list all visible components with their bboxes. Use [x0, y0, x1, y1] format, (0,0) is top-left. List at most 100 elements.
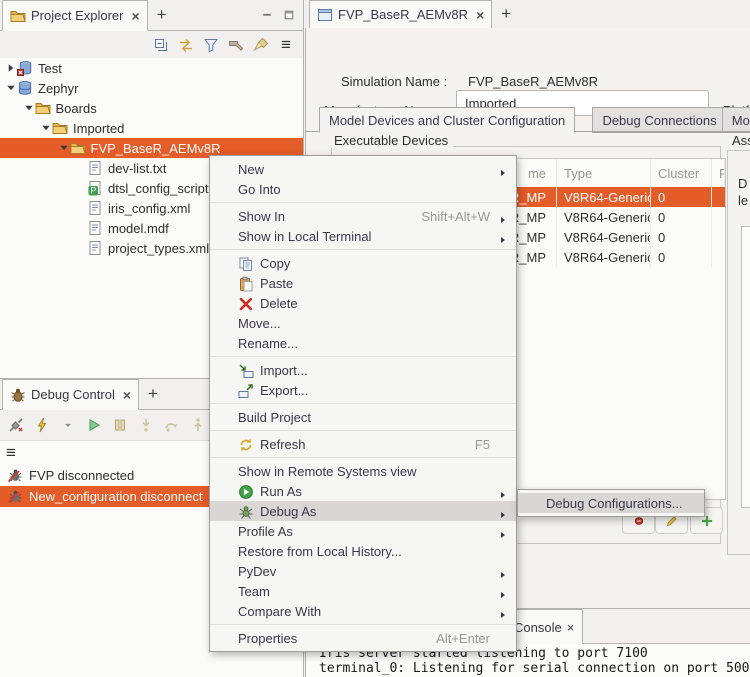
menu-item-copy[interactable]: Copy	[210, 253, 516, 273]
menu-item-properties[interactable]: PropertiesAlt+Enter	[210, 628, 516, 648]
menu-item-export[interactable]: Export...	[210, 380, 516, 400]
tree-item-test[interactable]: Test	[0, 58, 303, 78]
play-button[interactable]	[83, 414, 105, 436]
menu-item-show-in-remote-systems-view[interactable]: Show in Remote Systems view	[210, 461, 516, 481]
column-header-p[interactable]: P	[712, 159, 725, 187]
menu-item-import[interactable]: Import...	[210, 360, 516, 380]
clean-button[interactable]	[250, 34, 272, 56]
menu-item-refresh[interactable]: RefreshF5	[210, 434, 516, 454]
menu-item-label: Team	[238, 584, 270, 599]
model-db-error-icon	[17, 60, 33, 76]
tree-item-zephyr[interactable]: Zephyr	[0, 78, 303, 98]
assignment-group-label: Ass	[729, 133, 750, 148]
connect-lightning-button[interactable]	[31, 414, 53, 436]
tree-item-label: iris_config.xml	[108, 201, 190, 216]
submenu-arrow-icon	[499, 487, 507, 495]
menu-item-restore-from-local-history[interactable]: Restore from Local History...	[210, 541, 516, 561]
new-view-button[interactable]: +	[139, 379, 167, 409]
chevron-down-icon[interactable]	[5, 82, 17, 94]
tab-project-explorer[interactable]: Project Explorer ×	[2, 0, 148, 31]
build-button[interactable]	[225, 34, 247, 56]
tab-label: Project Explorer	[31, 8, 123, 23]
cell-type: V8R64-Generic	[557, 227, 651, 247]
cell-type: V8R64-Generic	[557, 187, 651, 207]
close-icon[interactable]: ×	[131, 9, 139, 23]
dropdown-caret-button[interactable]	[57, 414, 79, 436]
menu-item-build-project[interactable]: Build Project	[210, 407, 516, 427]
step-into-button[interactable]	[135, 414, 157, 436]
tab-label: Debug Control	[31, 387, 115, 402]
menu-item-team[interactable]: Team	[210, 581, 516, 601]
tab-debug-control[interactable]: Debug Control ×	[2, 379, 139, 410]
link-with-editor-button[interactable]	[175, 34, 197, 56]
step-into-icon	[138, 417, 154, 433]
minimize-icon[interactable]	[261, 9, 273, 21]
chevron-down-icon[interactable]	[58, 142, 70, 154]
menu-item-pydev[interactable]: PyDev	[210, 561, 516, 581]
pause-icon	[112, 417, 128, 433]
menu-item-go-into[interactable]: Go Into	[210, 179, 516, 199]
tab-label: FVP_BaseR_AEMv8R	[338, 7, 468, 22]
menu-item-rename[interactable]: Rename...	[210, 333, 516, 353]
menu-item-delete[interactable]: Delete	[210, 293, 516, 313]
export-icon	[238, 383, 254, 399]
text-file-icon	[87, 240, 103, 256]
column-header-cluster[interactable]: Cluster	[651, 159, 712, 187]
column-header-type[interactable]: Type	[557, 159, 651, 187]
folder-open-icon	[52, 120, 68, 136]
menu-item-label: Show In	[238, 209, 285, 224]
menu-item-label: Properties	[238, 631, 297, 646]
cell-cluster: 0	[651, 247, 712, 267]
menu-item-show-in-local-terminal[interactable]: Show in Local Terminal	[210, 226, 516, 246]
text-file-icon	[87, 200, 103, 216]
step-over-button[interactable]	[161, 414, 183, 436]
tab-model-launc[interactable]: Model Launc	[722, 107, 750, 133]
close-icon[interactable]: ×	[123, 388, 131, 402]
tree-item-boards[interactable]: Boards	[0, 98, 303, 118]
menu-separator	[210, 246, 516, 253]
menu-item-show-in[interactable]: Show InShift+Alt+W	[210, 206, 516, 226]
chevron-down-icon[interactable]	[23, 102, 35, 114]
menu-item-move[interactable]: Move...	[210, 313, 516, 333]
debug-as-submenu: Debug Configurations...	[517, 489, 705, 517]
tab-debug-connections[interactable]: Debug Connections	[592, 107, 726, 133]
view-menu-button[interactable]: ≡	[275, 34, 297, 56]
menu-item-profile-as[interactable]: Profile As	[210, 521, 516, 541]
close-icon[interactable]: ×	[567, 620, 575, 635]
filter-button[interactable]	[200, 34, 222, 56]
simulation-name-value: FVP_BaseR_AEMv8R	[468, 74, 598, 89]
new-editor-button[interactable]: +	[492, 0, 520, 28]
view-menu-button[interactable]: ≡	[6, 443, 16, 463]
menu-item-debug-as[interactable]: Debug As	[210, 501, 516, 521]
step-return-button[interactable]	[187, 414, 209, 436]
close-icon[interactable]: ×	[476, 8, 484, 22]
disconnect-target-button[interactable]	[5, 414, 27, 436]
step-return-icon	[190, 417, 206, 433]
menu-item-label: Restore from Local History...	[238, 544, 402, 559]
clean-icon	[253, 37, 269, 53]
menu-separator	[210, 353, 516, 360]
tab-model-devices-and-cluster-configuration[interactable]: Model Devices and Cluster Configuration	[319, 107, 575, 133]
tree-item-label: Test	[38, 61, 62, 76]
collapse-all-button[interactable]	[150, 34, 172, 56]
pause-button[interactable]	[109, 414, 131, 436]
menu-item-run-as[interactable]: Run As	[210, 481, 516, 501]
menu-item-label: New	[238, 162, 264, 177]
menu-accelerator: F5	[475, 437, 506, 452]
tree-item-label: Boards	[56, 101, 97, 116]
menu-separator	[210, 621, 516, 628]
menu-item-label: Move...	[238, 316, 281, 331]
simulation-name-label: Simulation Name :	[341, 74, 447, 89]
menu-item-debug-configurations[interactable]: Debug Configurations...	[518, 493, 704, 513]
menu-item-compare-with[interactable]: Compare With	[210, 601, 516, 621]
tree-item-imported[interactable]: Imported	[0, 118, 303, 138]
menu-item-paste[interactable]: Paste	[210, 273, 516, 293]
maximize-icon[interactable]	[283, 9, 295, 21]
new-view-button[interactable]: +	[148, 0, 176, 30]
chevron-down-icon[interactable]	[40, 122, 52, 134]
menu-item-new[interactable]: New	[210, 159, 516, 179]
menu-item-label: Run As	[260, 484, 302, 499]
chevron-right-icon[interactable]	[5, 62, 17, 74]
tab-editor-fvp[interactable]: FVP_BaseR_AEMv8R ×	[309, 0, 492, 29]
menu-item-label: Delete	[260, 296, 298, 311]
